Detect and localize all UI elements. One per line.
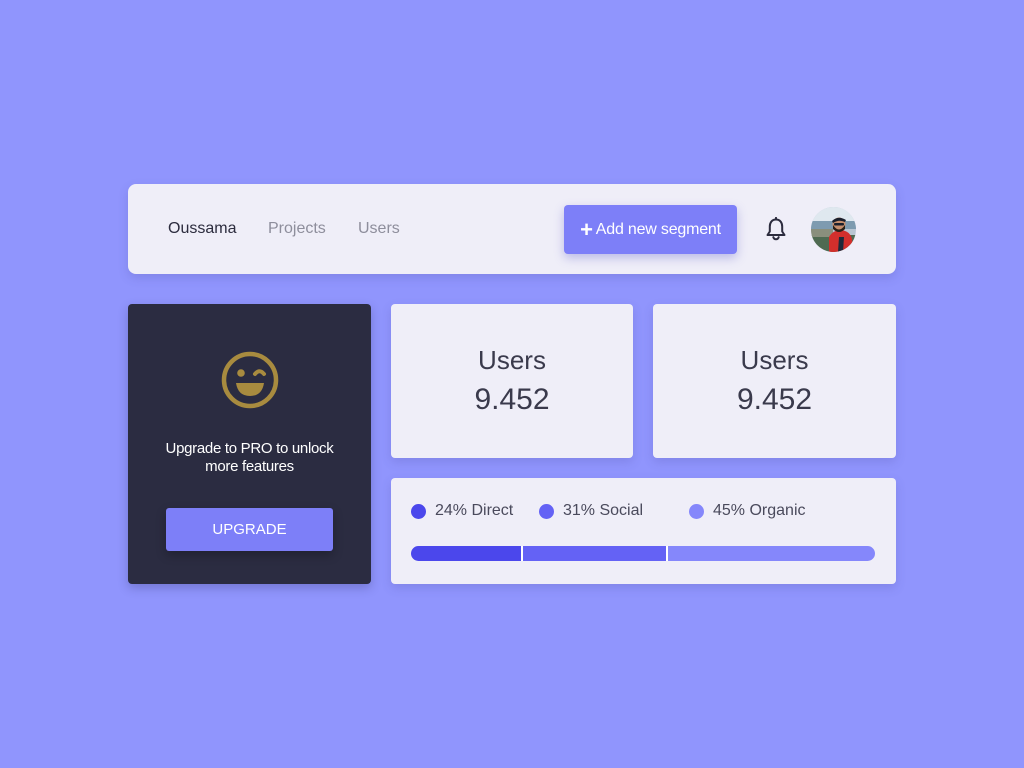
user-avatar[interactable]	[811, 207, 856, 252]
segment-progress-bar	[411, 546, 875, 561]
nav-link-oussama[interactable]: Oussama	[168, 220, 236, 238]
wink-smile-icon	[221, 351, 279, 409]
add-new-segment-button[interactable]: + Add new segment	[564, 205, 737, 254]
add-new-segment-label: Add new segment	[595, 220, 721, 238]
segment-bar-organic	[666, 546, 875, 561]
plus-icon: +	[580, 216, 593, 242]
legend-label: 45% Organic	[713, 502, 806, 519]
dot-icon	[689, 503, 704, 519]
stat-value: 9.452	[736, 383, 813, 416]
dot-icon	[539, 503, 554, 519]
legend-label: 24% Direct	[435, 502, 514, 519]
segment-bar-social	[521, 546, 666, 561]
stat-label: Users	[478, 345, 546, 375]
upgrade-promo-card: Upgrade to PRO to unlock more features U…	[128, 304, 371, 584]
avatar-image	[811, 207, 856, 252]
legend-label: 31% Social	[563, 502, 644, 519]
nav-link-projects[interactable]: Projects	[268, 220, 326, 238]
segment-bar-direct	[411, 546, 522, 561]
upgrade-button[interactable]: UPGRADE	[166, 508, 333, 551]
dot-icon	[411, 503, 426, 519]
users-stat-card: Users 9.452	[391, 304, 633, 458]
users-stat-card: Users 9.452	[653, 304, 896, 458]
legend-item-organic: 45% Organic	[689, 502, 806, 520]
legend-item-social: 31% Social	[539, 502, 643, 520]
traffic-segments-card: 24% Direct 31% Social 45% Organic	[391, 478, 896, 584]
stat-value: 9.452	[474, 383, 550, 416]
top-navbar: Oussama Projects Users + Add new segment	[128, 184, 896, 274]
legend-item-direct: 24% Direct	[411, 502, 513, 520]
bell-icon[interactable]	[765, 217, 787, 241]
upgrade-promo-text: Upgrade to PRO to unlock more features	[165, 440, 334, 475]
nav-link-users[interactable]: Users	[358, 220, 400, 238]
stat-label: Users	[740, 345, 809, 375]
